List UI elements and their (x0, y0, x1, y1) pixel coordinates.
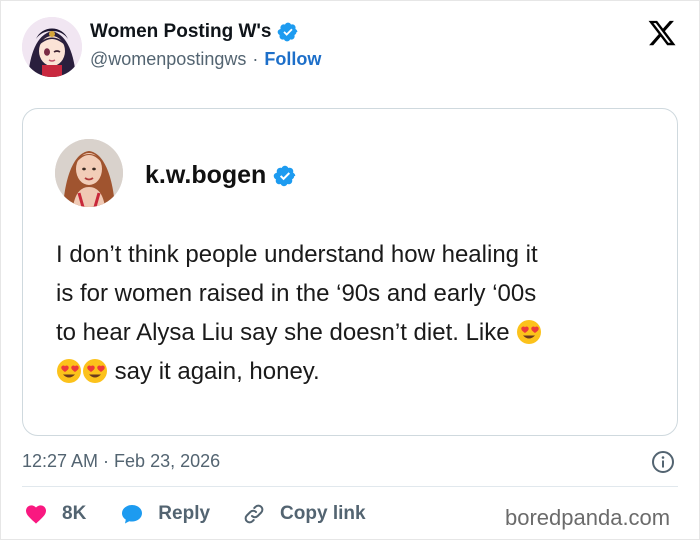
quoted-text-line: I don’t think people understand how heal… (56, 241, 538, 268)
divider (22, 486, 678, 487)
x-logo-icon[interactable] (646, 18, 678, 48)
author-handle-line: @womenpostingws · Follow (90, 49, 321, 70)
heart-eyes-emoji-icon (57, 359, 81, 383)
reply-bubble-icon (122, 505, 143, 524)
quoted-text-line: say it again, honey. (114, 358, 320, 385)
like-count: 8K (62, 503, 87, 524)
heart-eyes-emoji-icon (517, 320, 542, 344)
author-handle[interactable]: @womenpostingws (90, 49, 246, 69)
quoted-author-avatar[interactable] (55, 139, 123, 207)
quoted-text-line: to hear Alysa Liu say she doesn’t diet. … (56, 319, 510, 346)
link-icon (244, 504, 264, 524)
quoted-text-line-with-emoji: say it again, honey. (56, 352, 656, 391)
heart-icon (26, 505, 46, 524)
separator-dot: · (252, 49, 259, 69)
like-button[interactable]: 8K (24, 502, 86, 526)
author-name[interactable]: Women Posting W's (90, 21, 299, 43)
verified-badge-icon (277, 22, 297, 42)
author-avatar[interactable] (22, 17, 82, 77)
info-icon[interactable] (651, 450, 675, 474)
reply-label: Reply (158, 503, 211, 524)
quoted-post-text: I don’t think people understand how heal… (56, 235, 656, 391)
source-watermark: boredpanda.com (505, 505, 671, 530)
reply-button[interactable]: Reply (120, 502, 210, 526)
copy-link-button[interactable]: Copy link (242, 502, 366, 526)
verified-badge-icon (274, 165, 296, 186)
quoted-post-card[interactable]: k.w.bogen I don’t think people understan… (22, 108, 678, 436)
follow-button[interactable]: Follow (264, 49, 321, 69)
quoted-author-name-text[interactable]: k.w.bogen (145, 161, 266, 190)
post-timestamp[interactable]: 12:27 AM · Feb 23, 2026 (22, 451, 220, 472)
quoted-text-line: is for women raised in the ‘90s and earl… (56, 280, 537, 307)
heart-eyes-emoji-icon (83, 359, 107, 383)
author-name-text[interactable]: Women Posting W's (90, 21, 272, 43)
copy-link-label: Copy link (280, 503, 366, 524)
quoted-text-line-with-emoji: to hear Alysa Liu say she doesn’t diet. … (56, 313, 656, 352)
action-bar: 8K Reply Copy link (24, 502, 366, 526)
quoted-author-name[interactable]: k.w.bogen (145, 161, 297, 190)
